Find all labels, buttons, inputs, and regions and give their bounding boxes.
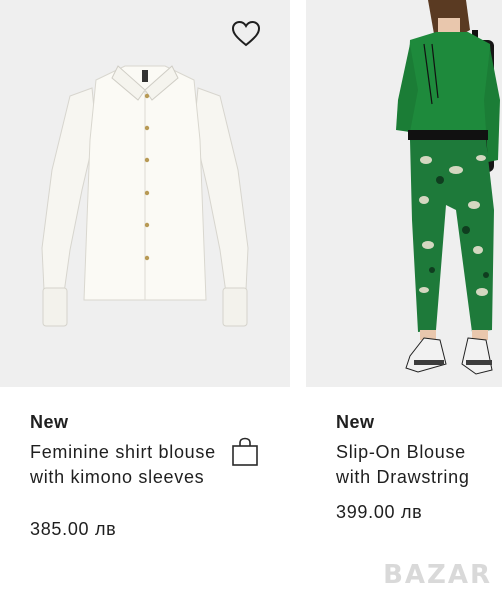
product-image-1[interactable] bbox=[0, 0, 290, 387]
shopping-bag-icon bbox=[232, 437, 258, 466]
product-card-1[interactable]: New Feminine shirt blouse with kimono sl… bbox=[0, 0, 290, 539]
new-badge: New bbox=[30, 412, 69, 432]
wishlist-button[interactable] bbox=[232, 21, 260, 47]
product-image-2[interactable] bbox=[306, 0, 502, 387]
product-price: 385.00 лв bbox=[30, 519, 117, 539]
product-title-line-2: with Drawstring bbox=[336, 466, 470, 487]
product-title-line-1: Slip-On Blouse bbox=[336, 442, 466, 462]
add-to-bag-button[interactable] bbox=[231, 437, 259, 467]
bazar-watermark-logo: BAZAR bbox=[383, 560, 492, 590]
product-title[interactable]: Slip-On Blouse with Drawstring bbox=[336, 440, 502, 489]
product-card-2[interactable]: New Slip-On Blouse with Drawstring 399.0… bbox=[306, 0, 502, 522]
new-badge: New bbox=[336, 412, 375, 432]
product-price: 399.00 лв bbox=[336, 502, 423, 522]
green-blouse-model-image bbox=[396, 0, 500, 375]
product-title[interactable]: Feminine shirt blouse with kimono sleeve… bbox=[30, 440, 230, 489]
heart-icon bbox=[232, 21, 260, 47]
white-blouse-image bbox=[41, 65, 249, 327]
